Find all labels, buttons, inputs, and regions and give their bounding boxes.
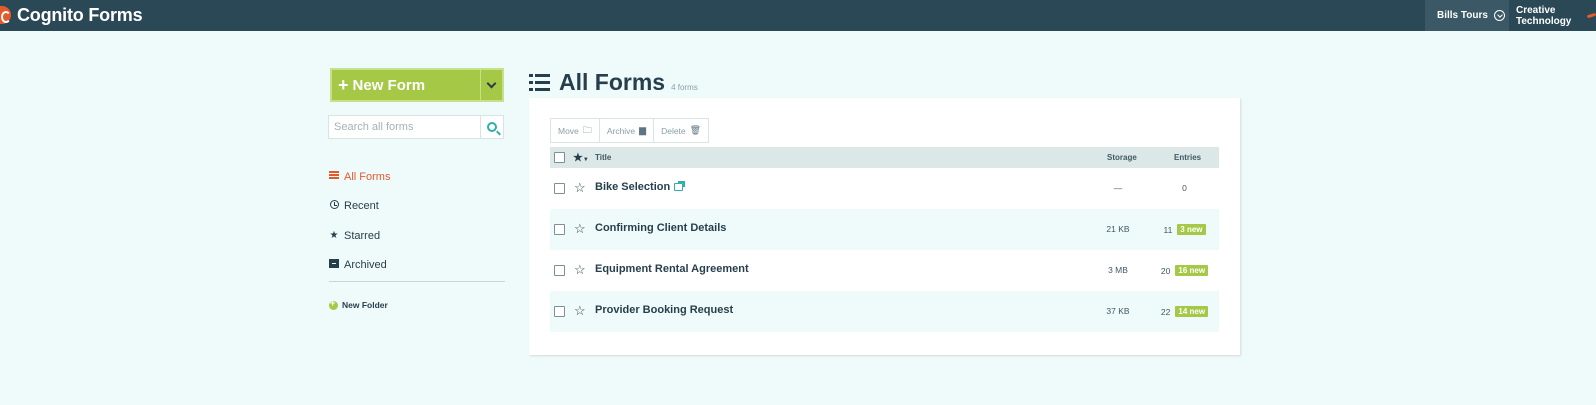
archive-button[interactable]: Archive ▆ xyxy=(600,119,655,142)
entries-cell: 22 14 new xyxy=(1150,306,1219,317)
select-all-checkbox[interactable] xyxy=(554,152,565,163)
sidebar-nav: All Forms Recent ★ Starred Archived xyxy=(329,162,505,280)
new-form-dropdown-button[interactable] xyxy=(480,70,502,100)
column-title[interactable]: Title xyxy=(595,153,611,162)
org-current-label: Bills Tours xyxy=(1437,10,1488,21)
table-row: ☆ Equipment Rental Agreement 3 MB 20 16 … xyxy=(550,250,1219,291)
table-header: ★▼ Title Storage Entries xyxy=(550,147,1219,168)
page-header: All Forms 4 forms xyxy=(529,69,698,96)
storage-value: 37 KB xyxy=(1106,306,1130,316)
form-count: 4 forms xyxy=(671,83,698,92)
clock-icon xyxy=(329,200,339,212)
table-row: ☆ Bike Selection — 0 xyxy=(550,168,1219,209)
archive-icon: ▆ xyxy=(639,125,647,135)
row-checkbox[interactable] xyxy=(554,183,565,194)
star-outline-icon[interactable]: ☆ xyxy=(574,303,586,319)
table-row: ☆ Provider Booking Request 37 KB 22 14 n… xyxy=(550,291,1219,332)
form-title-link[interactable]: Provider Booking Request xyxy=(595,304,733,316)
chevron-down-icon xyxy=(486,78,497,88)
search-box xyxy=(328,115,504,139)
entries-count: 0 xyxy=(1182,183,1187,193)
delete-button[interactable]: Delete 🗑 xyxy=(654,119,708,142)
entries-cell: 0 xyxy=(1150,183,1219,193)
list-icon xyxy=(529,74,550,91)
row-checkbox[interactable] xyxy=(554,265,565,276)
sidebar-item-recent[interactable]: Recent xyxy=(329,192,505,222)
row-checkbox[interactable] xyxy=(554,224,565,235)
storage-value: 21 KB xyxy=(1106,224,1130,234)
search-button[interactable] xyxy=(481,116,503,138)
search-input[interactable] xyxy=(329,116,481,138)
form-title: Equipment Rental Agreement xyxy=(595,263,749,275)
search-icon xyxy=(487,122,497,132)
storage-value: — xyxy=(1113,183,1123,193)
new-form-label: New Form xyxy=(352,76,426,94)
sidebar-item-label: Archived xyxy=(344,259,387,272)
cognito-logo-icon xyxy=(0,6,11,24)
delete-label: Delete xyxy=(661,125,686,136)
sidebar-item-label: All Forms xyxy=(344,170,391,183)
brand-name: Cognito Forms xyxy=(17,4,143,25)
new-folder-label: New Folder xyxy=(342,300,388,310)
star-outline-icon[interactable]: ☆ xyxy=(574,180,586,196)
sidebar-item-starred[interactable]: ★ Starred xyxy=(329,221,505,251)
forms-panel: Move 🗀 Archive ▆ Delete 🗑 ★▼ Title Stora… xyxy=(529,98,1240,355)
star-icon: ★ xyxy=(329,230,339,242)
new-form-button[interactable]: + New Form xyxy=(332,70,480,100)
bulk-actions-toolbar: Move 🗀 Archive ▆ Delete 🗑 xyxy=(550,118,710,143)
org-other-label: Creative Technology xyxy=(1516,4,1572,27)
table-row: ☆ Confirming Client Details 21 KB 11 3 n… xyxy=(550,209,1219,250)
org-logo-icon xyxy=(1586,12,1596,19)
form-title: Bike Selection xyxy=(595,181,671,193)
org-switcher-current[interactable]: Bills Tours xyxy=(1425,0,1509,31)
entries-count: 20 xyxy=(1160,265,1171,276)
new-form-button-group: + New Form xyxy=(330,68,504,102)
row-checkbox[interactable] xyxy=(554,306,565,317)
form-title: Provider Booking Request xyxy=(595,304,734,316)
form-title-link[interactable]: Confirming Client Details xyxy=(595,222,726,234)
list-icon xyxy=(329,171,339,182)
star-outline-icon[interactable]: ☆ xyxy=(574,221,586,237)
column-storage[interactable]: Storage xyxy=(1107,153,1137,162)
new-folder-button[interactable]: New Folder xyxy=(329,298,388,310)
storage-value: 3 MB xyxy=(1108,265,1128,275)
entries-count: 22 xyxy=(1160,306,1171,317)
public-link-icon[interactable] xyxy=(674,181,686,191)
star-sort-dropdown[interactable]: ★▼ xyxy=(573,151,589,164)
archive-label: Archive xyxy=(606,125,636,136)
sidebar-item-archived[interactable]: Archived xyxy=(329,251,505,281)
brand-logo[interactable]: Cognito Forms xyxy=(0,3,143,27)
page-title: All Forms xyxy=(559,69,666,95)
entries-cell: 11 3 new xyxy=(1150,224,1219,235)
org-switcher-other[interactable]: Creative Technology xyxy=(1509,0,1596,31)
chevron-down-circle-icon xyxy=(1493,10,1505,21)
top-navbar: Cognito Forms Bills Tours Creative Techn… xyxy=(0,0,1596,31)
new-entries-badge[interactable]: 3 new xyxy=(1177,224,1206,235)
form-title-link[interactable]: Bike Selection xyxy=(595,181,686,193)
new-entries-badge[interactable]: 14 new xyxy=(1175,306,1209,317)
column-entries[interactable]: Entries xyxy=(1174,153,1201,162)
sidebar-item-label: Starred xyxy=(344,229,381,242)
plus-icon: + xyxy=(338,75,349,95)
sidebar-item-label: Recent xyxy=(344,200,379,213)
sidebar-divider xyxy=(329,281,505,282)
entries-count: 11 xyxy=(1163,224,1173,235)
folder-icon: 🗀 xyxy=(582,124,592,135)
move-label: Move xyxy=(558,125,579,136)
form-title-link[interactable]: Equipment Rental Agreement xyxy=(595,263,749,275)
trash-icon: 🗑 xyxy=(689,125,702,135)
add-circle-icon xyxy=(329,298,338,310)
star-outline-icon[interactable]: ☆ xyxy=(574,262,586,278)
move-button[interactable]: Move 🗀 xyxy=(551,119,600,142)
sidebar-item-all-forms[interactable]: All Forms xyxy=(329,162,505,192)
form-title: Confirming Client Details xyxy=(595,222,727,234)
entries-cell: 20 16 new xyxy=(1150,265,1219,276)
new-entries-badge[interactable]: 16 new xyxy=(1175,265,1209,276)
archive-icon xyxy=(329,259,339,271)
